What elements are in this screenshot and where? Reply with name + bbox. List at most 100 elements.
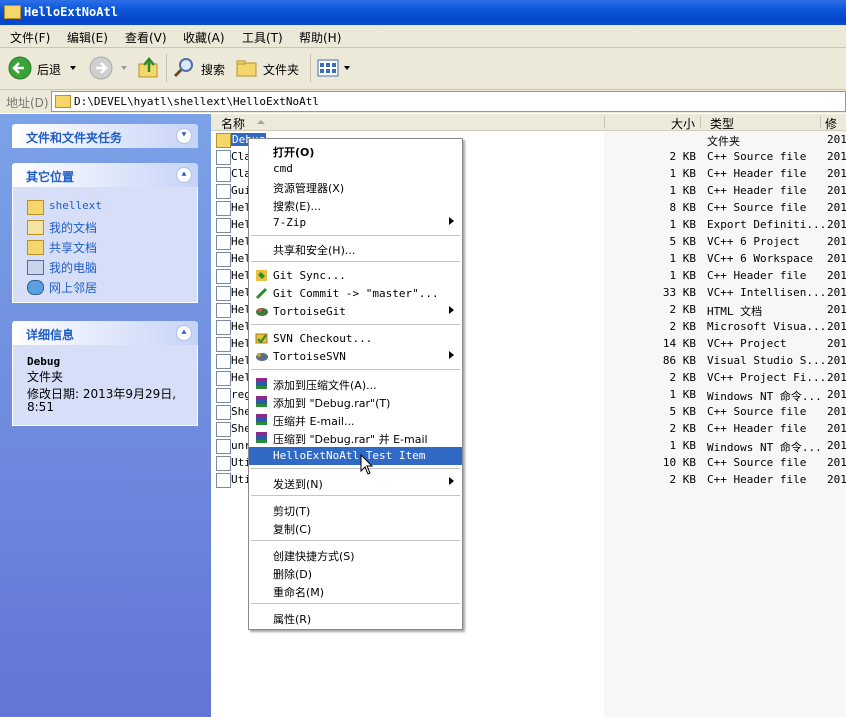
details-header[interactable]: 详细信息 ⯅ (12, 321, 198, 345)
expand-chevron-icon[interactable]: ⯆ (176, 128, 192, 144)
tortoisesvn-icon (256, 353, 268, 361)
row-type: Windows NT 命令... (707, 441, 822, 454)
menu-help[interactable]: 帮助(H) (299, 29, 341, 46)
row-type: VC++ 6 Project (707, 235, 800, 248)
place-my-computer[interactable]: 我的电脑 (49, 259, 97, 276)
collapse-chevron-icon[interactable]: ⯅ (176, 167, 192, 183)
address-label: 地址(D) (6, 96, 49, 110)
column-header: 名称 大小 类型 修改 (211, 114, 846, 148)
row-type: C++ Header file (707, 473, 807, 486)
menu-cut[interactable]: 剪切(T) (249, 501, 462, 519)
menu-git-sync[interactable]: Git Sync... (249, 267, 462, 285)
other-places-header[interactable]: 其它位置 ⯅ (12, 163, 198, 187)
search-icon (173, 58, 193, 78)
row-type: Visual Studio S... (707, 354, 827, 367)
menu-compress-rar-email[interactable]: 压缩到 "Debug.rar" 并 E-mail (249, 429, 462, 447)
row-date: 201 (827, 354, 846, 367)
forward-button[interactable] (89, 56, 129, 80)
menu-create-shortcut[interactable]: 创建快捷方式(S) (249, 546, 462, 564)
menu-open[interactable]: 打开(O) (249, 142, 462, 160)
menu-add-rar[interactable]: 添加到 "Debug.rar"(T) (249, 393, 462, 411)
place-network[interactable]: 网上邻居 (49, 279, 97, 296)
window-title: HelloExtNoAtl (24, 5, 118, 19)
menu-tools[interactable]: 工具(T) (242, 29, 283, 46)
row-type: C++ Header file (707, 184, 807, 197)
menu-edit[interactable]: 编辑(E) (67, 29, 108, 46)
file-icon (216, 388, 231, 403)
row-date: 201 (827, 150, 846, 163)
menu-tortoisegit[interactable]: TortoiseGit (249, 303, 462, 321)
place-my-documents[interactable]: 我的文档 (49, 219, 97, 236)
row-date: 201 (827, 303, 846, 316)
row-date: 201 (827, 252, 846, 265)
winrar-icon (256, 432, 267, 443)
other-places-list: shellext 我的文档 共享文档 我的电脑 网上邻居 (12, 187, 198, 303)
row-type: C++ Header file (707, 422, 807, 435)
address-input[interactable]: D:\DEVEL\hyatl\shellext\HelloExtNoAtl (51, 91, 846, 112)
search-button[interactable]: 搜索 (172, 56, 230, 80)
menu-hello-test-item[interactable]: HelloExtNoAtl Test Item (249, 447, 462, 465)
menu-send-to[interactable]: 发送到(N) (249, 474, 462, 492)
menu-delete[interactable]: 删除(D) (249, 564, 462, 582)
row-date: 201 (827, 439, 846, 452)
menu-share[interactable]: 共享和安全(H)... (249, 240, 462, 258)
column-type[interactable]: 类型 (710, 115, 734, 132)
details-body: Debug 文件夹 修改日期: 2013年9月29日, 8:51 (12, 345, 198, 426)
folders-icon (236, 60, 257, 77)
row-type: C++ Source file (707, 456, 807, 469)
menu-favorites[interactable]: 收藏(A) (183, 29, 225, 46)
menu-view[interactable]: 查看(V) (125, 29, 167, 46)
file-tasks-header[interactable]: 文件和文件夹任务 ⯆ (12, 124, 198, 148)
menu-git-commit[interactable]: Git Commit -> "master"... (249, 285, 462, 303)
row-type: VC++ 6 Workspace (707, 252, 813, 265)
back-label: 后退 (37, 63, 62, 77)
place-shellext[interactable]: shellext (49, 199, 102, 212)
row-size: 1 KB (669, 269, 697, 282)
row-size: 1 KB (669, 167, 697, 180)
row-type: Microsoft Visua... (707, 320, 827, 333)
menu-svn-checkout[interactable]: SVN Checkout... (249, 330, 462, 348)
folders-label: 文件夹 (263, 63, 300, 77)
submenu-arrow-icon (449, 477, 454, 485)
menu-rename[interactable]: 重命名(M) (249, 582, 462, 600)
row-size: 14 KB (662, 337, 696, 350)
menu-tortoisesvn[interactable]: TortoiseSVN (249, 348, 462, 366)
context-menu: 打开(O) cmd 资源管理器(X) 搜索(E)... 7-Zip 共享和安全(… (248, 138, 463, 630)
folders-button[interactable]: 文件夹 (235, 56, 305, 80)
row-date: 201 (827, 184, 846, 197)
menu-bar: 文件(F) 编辑(E) 查看(V) 收藏(A) 工具(T) 帮助(H) (0, 25, 846, 48)
row-date: 201 (827, 422, 846, 435)
row-type: C++ Source file (707, 201, 807, 214)
row-type: C++ Header file (707, 167, 807, 180)
tortoisegit-icon (256, 308, 268, 316)
details-title: 详细信息 (26, 328, 75, 342)
back-dropdown-icon[interactable] (70, 66, 76, 70)
other-places-panel: 其它位置 ⯅ shellext 我的文档 共享文档 我的电脑 网上邻居 (12, 163, 198, 303)
details-panel: 详细信息 ⯅ Debug 文件夹 修改日期: 2013年9月29日, 8:51 (12, 321, 198, 426)
menu-properties[interactable]: 属性(R) (249, 609, 462, 627)
menu-7zip[interactable]: 7-Zip (249, 214, 462, 232)
row-size: 2 KB (669, 422, 697, 435)
views-button[interactable] (317, 58, 351, 78)
row-date: 201 (827, 133, 846, 146)
forward-dropdown-icon[interactable] (121, 66, 127, 70)
row-type: HTML 文档 (707, 305, 763, 318)
column-name[interactable]: 名称 (221, 115, 245, 132)
row-type: VC++ Project (707, 337, 787, 350)
title-bar[interactable]: HelloExtNoAtl (0, 0, 846, 25)
folder-icon (27, 200, 44, 215)
menu-copy[interactable]: 复制(C) (249, 519, 462, 537)
menu-add-archive[interactable]: 添加到压缩文件(A)... (249, 375, 462, 393)
menu-compress-email[interactable]: 压缩并 E-mail... (249, 411, 462, 429)
file-tasks-panel: 文件和文件夹任务 ⯆ (12, 124, 198, 148)
back-button[interactable]: 后退 (8, 56, 80, 80)
column-size[interactable]: 大小 (671, 115, 695, 132)
place-shared-documents[interactable]: 共享文档 (49, 239, 97, 256)
menu-explorer[interactable]: 资源管理器(X) (249, 178, 462, 196)
collapse-chevron-icon[interactable]: ⯅ (176, 325, 192, 341)
up-folder-icon[interactable] (137, 56, 161, 80)
menu-search[interactable]: 搜索(E)... (249, 196, 462, 214)
menu-file[interactable]: 文件(F) (10, 29, 50, 46)
details-modified-time: 8:51 (27, 400, 54, 414)
menu-cmd[interactable]: cmd (249, 160, 462, 178)
